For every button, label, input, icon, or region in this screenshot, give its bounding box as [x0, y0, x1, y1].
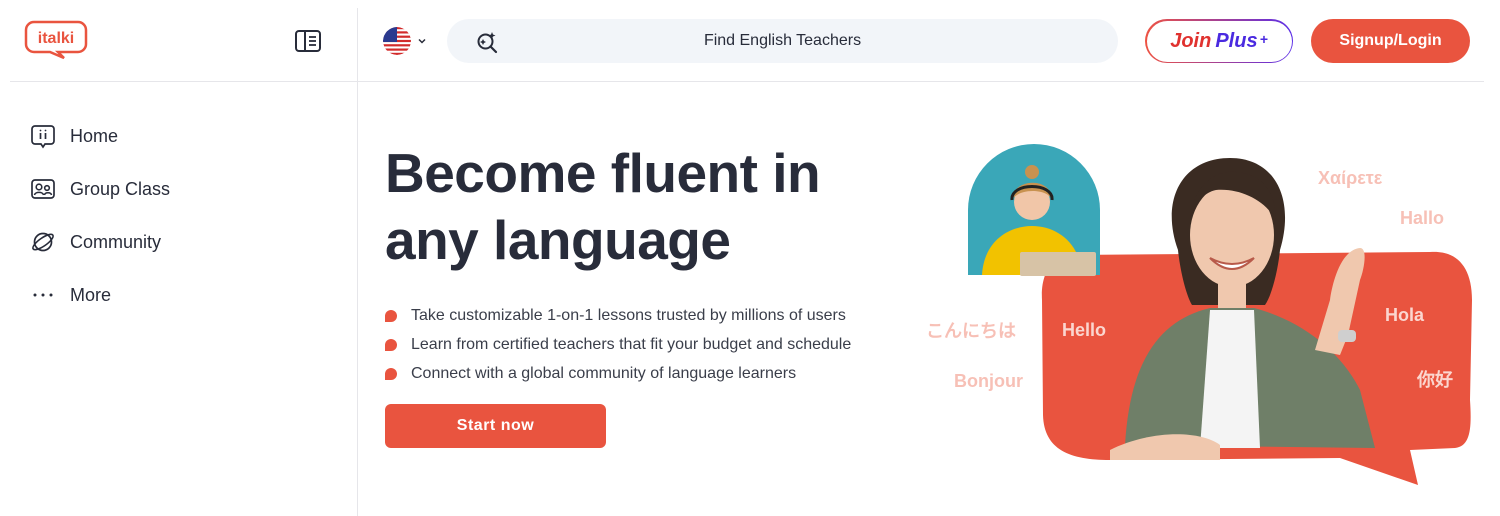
start-now-button[interactable]: Start now [385, 404, 606, 448]
sidebar-toggle-icon[interactable] [294, 29, 322, 53]
italki-logo[interactable]: italki [24, 20, 88, 60]
greeting-french: Bonjour [954, 371, 1023, 391]
sidebar-item-community[interactable]: Community [30, 228, 161, 256]
sidebar-item-more[interactable]: More [30, 281, 111, 309]
sidebar-item-group-class[interactable]: Group Class [30, 175, 170, 203]
sidebar-item-more-label: More [70, 284, 112, 305]
feature-text: Take customizable 1-on-1 lessons trusted… [411, 306, 846, 324]
more-icon [33, 293, 53, 297]
feature-item: Take customizable 1-on-1 lessons trusted… [385, 301, 851, 330]
join-plus-mark: + [1259, 31, 1268, 47]
greeting-spanish: Hola [1385, 305, 1425, 325]
sidebar-item-community-label: Community [70, 231, 162, 252]
feature-text: Learn from certified teachers that fit y… [411, 335, 852, 353]
sidebar-divider [357, 8, 358, 516]
group-class-icon [31, 179, 55, 199]
greeting-english: Hello [1062, 320, 1107, 340]
greeting-japanese: こんにちは [926, 321, 1016, 341]
hero-title-line-2: any language [385, 209, 731, 271]
us-flag-icon [383, 27, 411, 55]
join-plus-join-text: Join [1170, 29, 1212, 52]
bullet-icon [385, 338, 397, 351]
home-icon [31, 125, 55, 149]
join-plus-button[interactable]: Join Plus + [1145, 19, 1293, 63]
language-selector[interactable] [383, 26, 433, 56]
logo-text: italki [38, 30, 74, 47]
feature-list: Take customizable 1-on-1 lessons trusted… [385, 301, 851, 388]
header-divider-right [358, 81, 1484, 82]
header-divider-left [10, 81, 358, 82]
greeting-german: Hallo [1400, 208, 1445, 228]
hero-title: Become fluent in any language [385, 140, 945, 274]
search-text: Find English Teachers [703, 32, 862, 49]
join-plus-plus-text: Plus [1215, 29, 1258, 52]
bullet-icon [385, 367, 397, 380]
sidebar-item-group-class-label: Group Class [70, 178, 171, 199]
hero-illustration: Χαίρετε Hallo こんにちは Hello Hola Bonjour 你… [920, 130, 1490, 500]
sidebar-item-home[interactable]: Home [30, 122, 118, 150]
feature-item: Connect with a global community of langu… [385, 359, 851, 388]
sidebar-item-home-label: Home [70, 125, 119, 146]
greeting-greek: Χαίρετε [1318, 168, 1383, 188]
search-bar[interactable]: Find English Teachers [447, 19, 1118, 63]
hero-title-line-1: Become fluent in [385, 142, 821, 204]
greeting-chinese: 你好 [1417, 370, 1453, 390]
feature-item: Learn from certified teachers that fit y… [385, 330, 851, 359]
bullet-icon [385, 309, 397, 322]
chevron-down-icon [418, 38, 426, 44]
feature-text: Connect with a global community of langu… [411, 364, 797, 382]
community-icon [32, 232, 54, 252]
signup-login-button[interactable]: Signup/Login [1311, 19, 1470, 63]
